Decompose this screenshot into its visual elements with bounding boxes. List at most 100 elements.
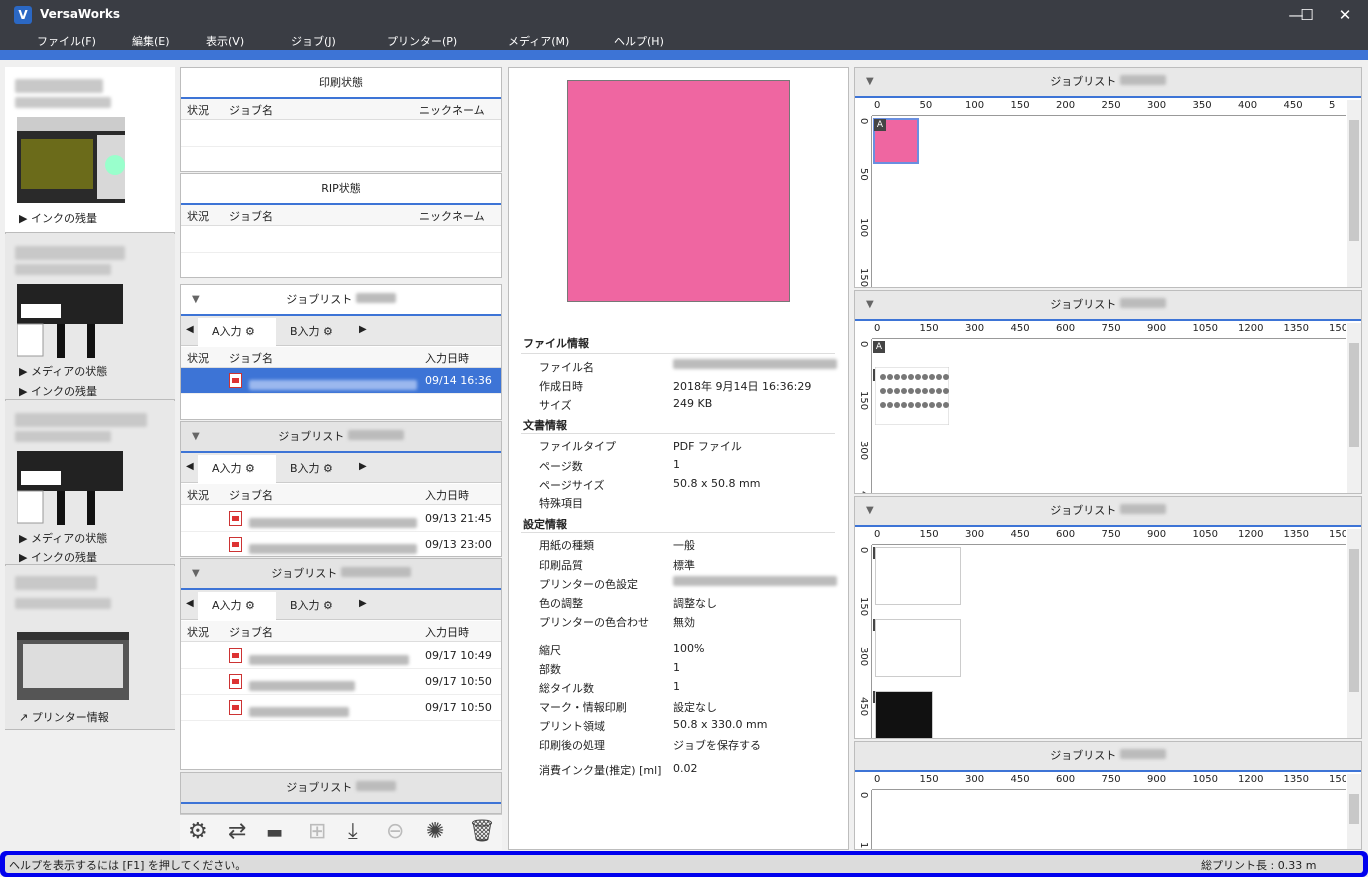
job-thumbnail[interactable]: [875, 547, 961, 605]
job-thumbnail[interactable]: [875, 619, 961, 677]
layout-title[interactable]: ▼ ジョブリスト: [855, 291, 1361, 321]
ink-level-link[interactable]: ▶ インクの残量: [19, 383, 97, 399]
joblist-title[interactable]: ▼ ジョブリスト: [181, 285, 501, 316]
tab-next-icon[interactable]: ▶: [359, 598, 367, 609]
media-status-link[interactable]: ▶ メディアの状態: [19, 363, 107, 379]
delete-trash-icon[interactable]: 🗑: [468, 819, 496, 844]
process-icon[interactable]: ✺: [426, 819, 444, 844]
col-nickname[interactable]: ニックネーム: [419, 208, 485, 224]
tab-prev-icon[interactable]: ◀: [186, 324, 194, 335]
tab-a-input[interactable]: A入力 ⚙: [198, 318, 276, 346]
ruler-tick-label: 0: [858, 118, 869, 125]
joblist-title[interactable]: ▼ ジョブリスト: [181, 422, 501, 453]
ruler-tick-label: 0: [874, 529, 881, 540]
label-marks: マーク・情報印刷: [539, 701, 627, 714]
job-row[interactable]: 09/17 10:49: [181, 643, 501, 669]
job-row[interactable]: 09/13 21:45: [181, 506, 501, 532]
collapse-icon[interactable]: ▼: [192, 559, 200, 588]
col-status[interactable]: 状況: [187, 102, 209, 118]
printer-card-1[interactable]: ▶ インクの残量: [5, 67, 175, 233]
ink-level-link[interactable]: ▶ インクの残量: [19, 549, 97, 565]
ruler-tick-label: 150: [858, 268, 869, 287]
collapse-icon[interactable]: ▼: [866, 291, 874, 319]
ink-level-link[interactable]: ▶ インクの残量: [19, 210, 97, 226]
ruler-tick-label: 300: [965, 774, 985, 785]
joblist-tabs: ◀ A入力 ⚙ B入力 ⚙ ▶: [181, 590, 501, 620]
tab-a-input[interactable]: A入力 ⚙: [198, 592, 276, 620]
close-button[interactable]: ✕: [1327, 3, 1363, 27]
ruler-tick-label: 50: [858, 168, 869, 181]
joblist-title[interactable]: ジョブリスト: [181, 773, 501, 804]
vertical-scrollbar[interactable]: [1347, 529, 1361, 738]
print-icon[interactable]: ▬: [266, 822, 283, 843]
menu-help[interactable]: ヘルプ(H): [614, 33, 664, 49]
status-bar: ヘルプを表示するには [F1] を押してください。 総プリント長 : 0.33 …: [0, 851, 1368, 877]
menu-edit[interactable]: 編集(E): [132, 33, 170, 49]
pdf-file-icon: [229, 700, 242, 715]
menu-job[interactable]: ジョブ(J): [291, 33, 336, 49]
print-status-columns: 状況 ジョブ名 ニックネーム: [181, 99, 501, 120]
col-jobname[interactable]: ジョブ名: [229, 208, 273, 224]
tab-a-input[interactable]: A入力 ⚙: [198, 455, 276, 483]
collapse-icon[interactable]: ▼: [192, 285, 200, 314]
refresh-icon[interactable]: ⇄: [228, 819, 246, 844]
layout-title[interactable]: ▼ ジョブリスト: [855, 68, 1361, 98]
ruler-tick-label: 750: [1101, 774, 1121, 785]
job-row[interactable]: 09/17 10:50: [181, 669, 501, 695]
title-bar: V VersaWorks — ☐ ✕: [0, 0, 1368, 30]
printer-card-4[interactable]: ↗ プリンター情報: [5, 566, 175, 730]
job-date: 09/13 21:45: [425, 512, 492, 525]
job-thumbnail[interactable]: [875, 691, 933, 738]
label-color-adjust: 色の調整: [539, 597, 583, 610]
col-status[interactable]: 状況: [187, 208, 209, 224]
vertical-ruler: 0 150 300 450: [856, 339, 872, 493]
tab-b-input[interactable]: B入力 ⚙: [276, 592, 356, 620]
job-row[interactable]: 09/13 23:00: [181, 532, 501, 558]
menu-file[interactable]: ファイル(F): [37, 33, 96, 49]
printer-card-2[interactable]: ▶ メディアの状態 ▶ インクの残量: [5, 234, 175, 400]
menu-printer[interactable]: プリンター(P): [387, 33, 457, 49]
joblist-tabs: ◀ A入力 ⚙ B入力 ⚙ ▶: [181, 453, 501, 483]
joblist-title[interactable]: ▼ ジョブリスト: [181, 559, 501, 590]
ruler-tick-label: 250: [1101, 100, 1121, 111]
printer-card-3[interactable]: ▶ メディアの状態 ▶ インクの残量: [5, 401, 175, 565]
collapse-icon[interactable]: ▼: [866, 497, 874, 525]
col-nickname[interactable]: ニックネーム: [419, 102, 485, 118]
printer-info-link[interactable]: ↗ プリンター情報: [19, 709, 109, 725]
input-a-badge: A: [874, 119, 886, 131]
ruler-tick-label: 0: [874, 323, 881, 334]
ruler-tick-label: 300: [965, 529, 985, 540]
vertical-scrollbar[interactable]: [1347, 323, 1361, 493]
media-status-link[interactable]: ▶ メディアの状態: [19, 530, 107, 546]
ruler-tick-label: 1350: [1283, 774, 1309, 785]
menu-media[interactable]: メディア(M): [508, 33, 569, 49]
layout-title[interactable]: ジョブリスト: [855, 742, 1361, 772]
tab-b-input[interactable]: B入力 ⚙: [276, 318, 356, 346]
label-filename: ファイル名: [539, 361, 594, 374]
settings-gear-icon[interactable]: ⚙: [188, 819, 208, 844]
maximize-button[interactable]: ☐: [1289, 3, 1325, 27]
section-file-info: ファイル情報: [523, 337, 589, 350]
job-row[interactable]: 09/17 10:50: [181, 695, 501, 721]
tab-next-icon[interactable]: ▶: [359, 324, 367, 335]
vertical-scrollbar[interactable]: [1347, 100, 1361, 287]
ruler-tick-label: 150: [919, 774, 939, 785]
col-jobname[interactable]: ジョブ名: [229, 102, 273, 118]
vertical-scrollbar[interactable]: [1347, 774, 1361, 849]
tab-next-icon[interactable]: ▶: [359, 461, 367, 472]
printer-nickname: [15, 97, 111, 108]
tab-prev-icon[interactable]: ◀: [186, 461, 194, 472]
job-thumbnail[interactable]: [875, 367, 949, 425]
label-size: サイズ: [539, 399, 572, 412]
collapse-icon[interactable]: ▼: [866, 68, 874, 96]
app-title: VersaWorks: [40, 7, 121, 21]
download-icon[interactable]: ⤓: [348, 819, 358, 844]
collapse-icon[interactable]: ▼: [192, 422, 200, 451]
ruler-tick-label: 0: [858, 792, 869, 799]
ruler-tick-label: 1050: [1192, 323, 1218, 334]
tab-prev-icon[interactable]: ◀: [186, 598, 194, 609]
job-row[interactable]: 09/14 16:36: [181, 368, 501, 394]
layout-title[interactable]: ▼ ジョブリスト: [855, 497, 1361, 527]
tab-b-input[interactable]: B入力 ⚙: [276, 455, 356, 483]
menu-view[interactable]: 表示(V): [206, 33, 244, 49]
